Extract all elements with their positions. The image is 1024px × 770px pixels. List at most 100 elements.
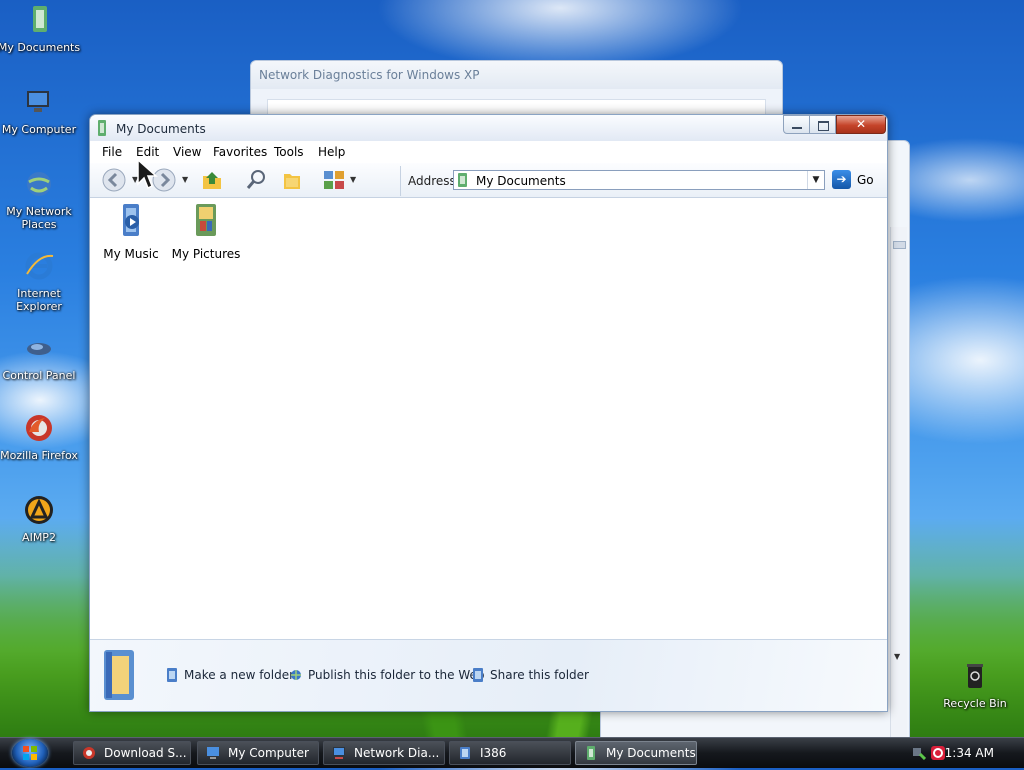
search-button[interactable]	[244, 168, 268, 192]
background-window-scrollbar[interactable]: ▼	[890, 227, 907, 737]
minimize-button[interactable]	[783, 115, 810, 134]
folder-icon	[460, 747, 470, 759]
folders-button[interactable]	[280, 168, 304, 192]
menu-help[interactable]: Help	[318, 145, 345, 159]
search-icon	[246, 170, 265, 189]
task-share-folder[interactable]: Share this folder	[472, 668, 589, 682]
chevron-down-icon: ▼	[812, 175, 820, 185]
scroll-thumb[interactable]	[893, 241, 906, 249]
start-button[interactable]	[12, 739, 48, 767]
my-documents-icon	[587, 746, 595, 760]
desktop-icon-my-computer[interactable]: My Computer	[0, 86, 81, 136]
views-button[interactable]	[322, 168, 346, 192]
title-bar[interactable]: My Documents ✕	[90, 115, 887, 141]
folder-tasks-bar: Make a new folder Publish this folder to…	[90, 639, 887, 711]
folder-content[interactable]: My Music My Pictures	[90, 198, 887, 638]
window-title: My Documents	[116, 122, 206, 136]
taskbar-button-my-computer[interactable]: My Computer	[197, 741, 319, 765]
aimp-icon	[25, 496, 53, 524]
mouse-cursor-icon	[137, 158, 158, 190]
menu-favorites[interactable]: Favorites	[213, 145, 267, 159]
views-icon	[324, 171, 344, 189]
new-folder-icon	[167, 668, 177, 682]
task-make-new-folder[interactable]: Make a new folder	[166, 668, 294, 682]
taskbar-button-label: I386	[480, 746, 507, 760]
taskbar-button-download[interactable]: Download S...	[73, 741, 191, 765]
network-places-icon	[27, 172, 51, 196]
firefox-icon	[26, 415, 52, 441]
background-window-title: Network Diagnostics for Windows XP	[251, 61, 782, 89]
desktop-icon-label: My Documents	[0, 41, 81, 54]
views-dropdown[interactable]: ▼	[350, 175, 356, 184]
up-folder-icon	[203, 172, 221, 189]
desktop-icon-label: Recycle Bin	[943, 697, 1007, 710]
desktop-icon-aimp[interactable]: AIMP2	[0, 494, 81, 544]
task-label: Make a new folder	[184, 668, 295, 682]
folder-item-label: My Music	[103, 247, 159, 261]
restore-icon	[818, 121, 829, 131]
desktop-icon-control-panel[interactable]: Control Panel	[0, 332, 81, 382]
share-folder-icon	[473, 668, 483, 682]
desktop-icon-internet-explorer[interactable]: Internet Explorer	[0, 250, 81, 313]
taskbar-button-network-diagnostics[interactable]: Network Dia...	[323, 741, 445, 765]
go-label: Go	[857, 173, 874, 187]
taskbar: Download S... My Computer Network Dia...…	[0, 737, 1024, 768]
desktop-icon-label: My Computer	[1, 123, 77, 136]
menu-tools[interactable]: Tools	[274, 145, 304, 159]
my-documents-icon	[98, 120, 106, 136]
taskbar-button-my-documents[interactable]: My Documents	[575, 741, 697, 765]
menu-bar: File Edit View Favorites Tools Help	[90, 141, 887, 164]
desktop-icon-my-documents[interactable]: My Documents	[0, 4, 81, 54]
folders-icon	[284, 174, 300, 189]
back-button[interactable]	[102, 168, 126, 192]
network-diagnostics-icon	[333, 747, 345, 759]
my-computer-icon	[207, 747, 219, 759]
forward-history-dropdown[interactable]: ▼	[182, 175, 188, 184]
address-dropdown-button[interactable]: ▼	[807, 171, 824, 189]
folder-item-my-music[interactable]: My Music	[93, 202, 169, 261]
go-arrow-icon: ➔	[832, 170, 851, 189]
taskbar-button-label: Download S...	[104, 746, 187, 760]
taskbar-button-label: My Documents	[606, 746, 696, 760]
my-documents-icon	[33, 6, 47, 32]
close-button[interactable]: ✕	[836, 115, 886, 134]
control-panel-icon	[27, 343, 51, 355]
taskbar-button-i386[interactable]: I386	[449, 741, 571, 765]
taskbar-clock[interactable]: 1:34 AM	[945, 746, 994, 760]
desktop-icon-network-places[interactable]: My Network Places	[0, 168, 81, 231]
menu-file[interactable]: File	[102, 145, 122, 159]
task-label: Publish this folder to the Web	[308, 668, 485, 682]
taskbar-button-label: Network Dia...	[354, 746, 440, 760]
my-pictures-folder-icon	[196, 204, 216, 236]
close-icon: ✕	[855, 117, 867, 131]
address-label: Address	[408, 174, 456, 188]
publish-web-icon	[291, 670, 301, 680]
toolbar: ▼ ▼ ▼ Address My Documents ▼ ➔ Go	[90, 163, 887, 198]
desktop-icon-recycle-bin[interactable]: Recycle Bin	[933, 660, 1017, 710]
desktop-icon-label: Control Panel	[2, 369, 76, 382]
folder-item-label: My Pictures	[171, 247, 241, 261]
toolbar-separator	[400, 166, 401, 196]
my-computer-icon	[27, 91, 49, 112]
network-status-icon[interactable]	[912, 746, 926, 760]
windows-logo-icon	[23, 746, 37, 760]
scroll-down-arrow-icon[interactable]: ▼	[894, 652, 900, 661]
address-bar[interactable]: My Documents ▼	[453, 170, 825, 190]
my-documents-icon	[458, 173, 467, 187]
desktop-icon-firefox[interactable]: Mozilla Firefox	[0, 412, 81, 462]
menu-view[interactable]: View	[173, 145, 201, 159]
firefox-icon	[83, 747, 95, 759]
task-publish-folder-web[interactable]: Publish this folder to the Web	[290, 668, 484, 682]
menu-edit[interactable]: Edit	[136, 145, 159, 159]
taskbar-button-label: My Computer	[228, 746, 309, 760]
desktop-icon-label: My Network Places	[6, 205, 72, 231]
address-value: My Documents	[476, 174, 566, 188]
back-arrow-icon	[102, 168, 126, 192]
my-music-folder-icon	[123, 204, 139, 236]
up-folder-button[interactable]	[200, 168, 224, 192]
folder-item-my-pictures[interactable]: My Pictures	[168, 202, 244, 261]
my-documents-window[interactable]: My Documents ✕ File Edit View Favorites …	[89, 114, 888, 712]
desktop-icon-label: Internet Explorer	[16, 287, 62, 313]
maximize-button[interactable]	[809, 115, 836, 134]
antivirus-tray-icon[interactable]	[930, 745, 946, 761]
